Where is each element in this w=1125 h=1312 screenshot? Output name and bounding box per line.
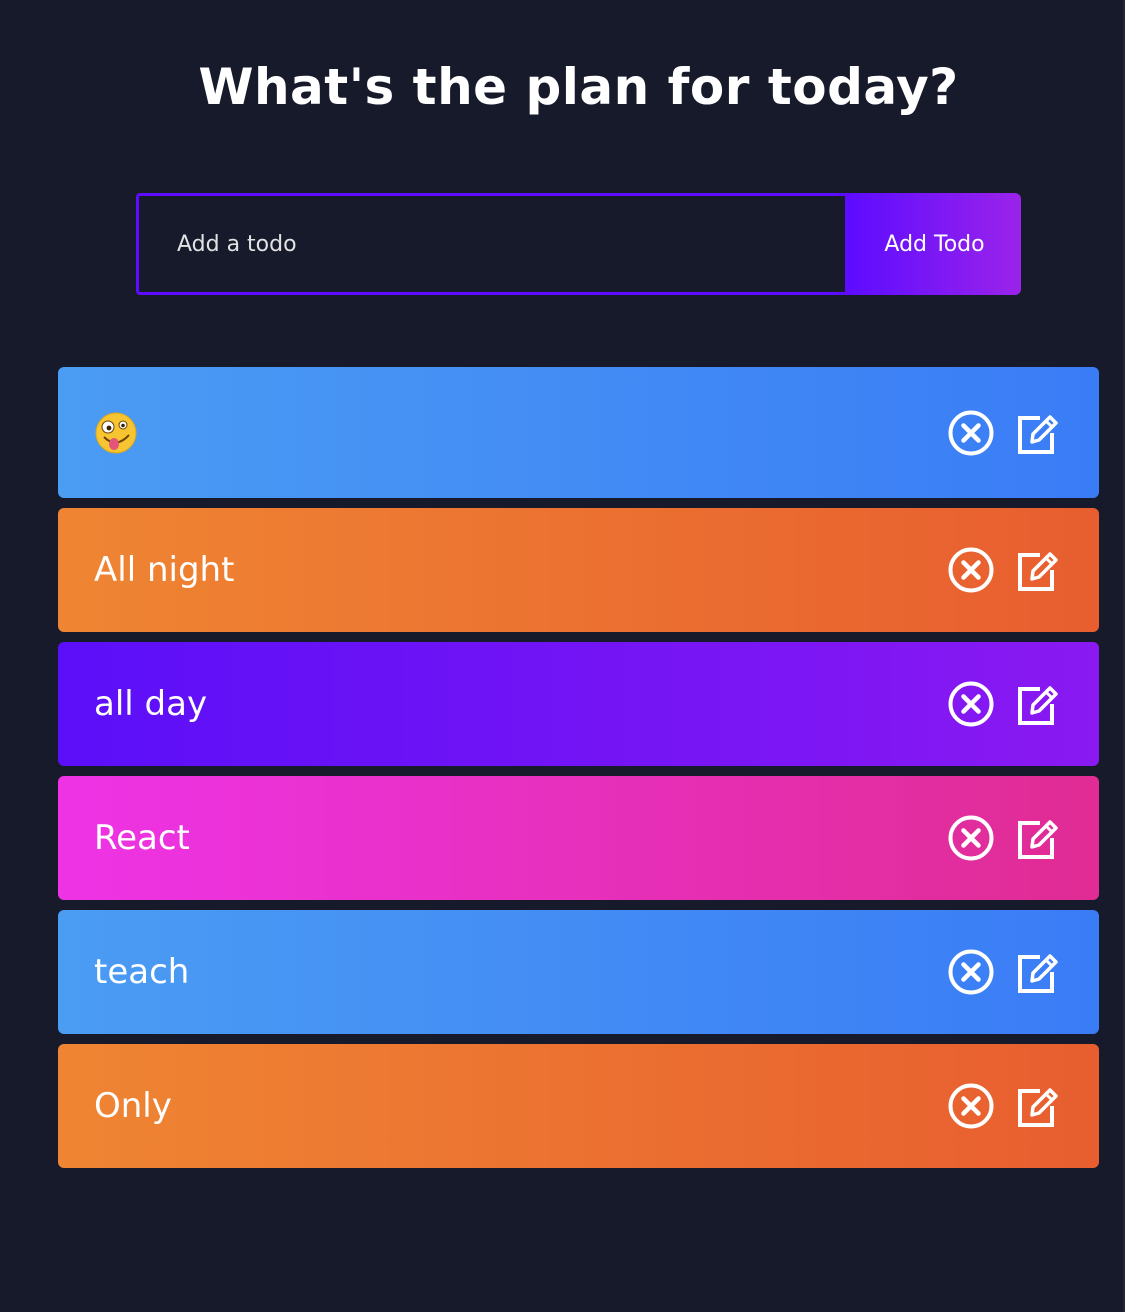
todo-actions <box>947 680 1061 728</box>
todo-actions <box>947 814 1061 862</box>
todo-form: Add Todo <box>136 193 1021 295</box>
circle-x-icon[interactable] <box>947 546 995 594</box>
todo-text[interactable]: All night <box>94 550 234 590</box>
todo-row <box>58 367 1099 498</box>
todo-actions <box>947 546 1061 594</box>
edit-pencil-icon[interactable] <box>1013 814 1061 862</box>
circle-x-icon[interactable] <box>947 409 995 457</box>
todo-text[interactable]: teach <box>94 952 189 992</box>
todo-row: Only <box>58 1044 1099 1168</box>
edit-pencil-icon[interactable] <box>1013 948 1061 996</box>
todo-input[interactable] <box>136 193 848 295</box>
zany-face-emoji-icon <box>94 411 138 455</box>
edit-pencil-icon[interactable] <box>1013 1082 1061 1130</box>
todo-actions <box>947 948 1061 996</box>
page-title: What's the plan for today? <box>198 58 959 116</box>
circle-x-icon[interactable] <box>947 814 995 862</box>
edit-pencil-icon[interactable] <box>1013 680 1061 728</box>
todo-app: What's the plan for today? Add Todo <box>0 0 1125 1312</box>
todo-row: teach <box>58 910 1099 1034</box>
edit-pencil-icon[interactable] <box>1013 546 1061 594</box>
add-todo-button[interactable]: Add Todo <box>848 193 1021 295</box>
edit-pencil-icon[interactable] <box>1013 409 1061 457</box>
todo-actions <box>947 409 1061 457</box>
todo-text[interactable]: all day <box>94 684 207 724</box>
todo-row: all day <box>58 642 1099 766</box>
todo-text[interactable]: Only <box>94 1086 172 1126</box>
todo-row: React <box>58 776 1099 900</box>
todo-row: All night <box>58 508 1099 632</box>
todo-text[interactable]: React <box>94 818 190 858</box>
circle-x-icon[interactable] <box>947 1082 995 1130</box>
circle-x-icon[interactable] <box>947 948 995 996</box>
todo-list: All night all day React teach Only <box>58 367 1099 1178</box>
todo-actions <box>947 1082 1061 1130</box>
circle-x-icon[interactable] <box>947 680 995 728</box>
